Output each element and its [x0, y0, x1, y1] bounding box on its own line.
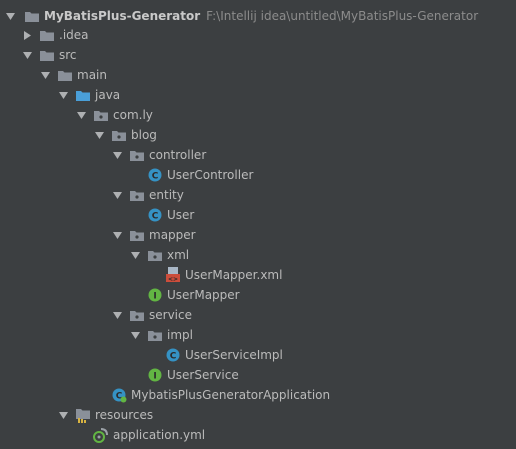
tree-item-label: UserService	[167, 368, 239, 382]
tree-root-project[interactable]: MyBatisPlus-Generator F:\Intellij idea\u…	[0, 5, 516, 27]
tree-item-label: controller	[149, 148, 207, 162]
yaml-file-icon	[93, 427, 109, 443]
tree-item-application-class[interactable]: C MybatisPlusGeneratorApplication	[0, 385, 516, 405]
tree-item-label: blog	[131, 128, 157, 142]
class-icon: C	[147, 167, 163, 183]
tree-item-application-yml[interactable]: application.yml	[0, 425, 516, 445]
chevron-down-icon[interactable]	[111, 185, 123, 205]
project-name: MyBatisPlus-Generator	[44, 9, 201, 23]
tree-item-user-controller[interactable]: C UserController	[0, 165, 516, 185]
package-icon	[147, 247, 163, 263]
chevron-right-icon[interactable]	[21, 25, 33, 45]
tree-item-user[interactable]: C User	[0, 205, 516, 225]
tree-item-label: impl	[167, 328, 193, 342]
tree-item-src[interactable]: src	[0, 45, 516, 65]
package-icon	[129, 187, 145, 203]
package-icon	[129, 307, 145, 323]
package-icon	[111, 127, 127, 143]
tree-item-label: UserServiceImpl	[185, 348, 283, 362]
tree-item-impl[interactable]: impl	[0, 325, 516, 345]
svg-text:C: C	[170, 352, 177, 362]
svg-text:I: I	[153, 292, 156, 302]
package-icon	[147, 327, 163, 343]
tree-item-com-ly[interactable]: com.ly	[0, 105, 516, 125]
tree-item-label: main	[77, 68, 107, 82]
chevron-down-icon[interactable]	[75, 105, 87, 125]
chevron-down-icon[interactable]	[129, 325, 141, 345]
tree-item-idea[interactable]: .idea	[0, 25, 516, 45]
folder-icon	[39, 27, 55, 43]
interface-icon: I	[147, 367, 163, 383]
project-tree: MyBatisPlus-Generator F:\Intellij idea\u…	[0, 0, 516, 449]
tree-item-user-mapper[interactable]: I UserMapper	[0, 285, 516, 305]
interface-icon: I	[147, 287, 163, 303]
tree-item-label: UserMapper.xml	[185, 268, 283, 282]
chevron-down-icon[interactable]	[111, 145, 123, 165]
svg-text:I: I	[153, 372, 156, 382]
chevron-down-icon[interactable]	[57, 405, 69, 425]
tree-item-label: UserController	[167, 168, 254, 182]
source-folder-icon	[75, 87, 91, 103]
tree-item-label: MybatisPlusGeneratorApplication	[131, 388, 331, 402]
chevron-down-icon[interactable]	[4, 6, 16, 26]
tree-item-service[interactable]: service	[0, 305, 516, 325]
tree-item-user-service-impl[interactable]: C UserServiceImpl	[0, 345, 516, 365]
package-icon	[129, 227, 145, 243]
tree-item-label: application.yml	[113, 428, 206, 442]
tree-item-main[interactable]: main	[0, 65, 516, 85]
folder-icon	[24, 8, 40, 24]
tree-item-java[interactable]: java	[0, 85, 516, 105]
svg-text:C: C	[152, 212, 159, 222]
svg-text:<>: <>	[168, 276, 178, 283]
tree-item-label: mapper	[149, 228, 196, 242]
resources-folder-icon	[75, 407, 91, 423]
chevron-down-icon[interactable]	[129, 245, 141, 265]
chevron-down-icon[interactable]	[21, 45, 33, 65]
chevron-down-icon[interactable]	[57, 85, 69, 105]
svg-text:C: C	[152, 172, 159, 182]
tree-item-user-service[interactable]: I UserService	[0, 365, 516, 385]
chevron-down-icon[interactable]	[111, 225, 123, 245]
tree-item-label: service	[149, 308, 192, 322]
xml-file-icon: <>	[165, 267, 181, 283]
class-icon: C	[147, 207, 163, 223]
package-icon	[129, 147, 145, 163]
tree-item-user-mapper-xml[interactable]: <> UserMapper.xml	[0, 265, 516, 285]
package-icon	[93, 107, 109, 123]
tree-item-label: src	[59, 48, 77, 62]
tree-item-label: entity	[149, 188, 184, 202]
tree-item-mapper[interactable]: mapper	[0, 225, 516, 245]
folder-icon	[39, 47, 55, 63]
tree-item-blog[interactable]: blog	[0, 125, 516, 145]
class-icon: C	[165, 347, 181, 363]
chevron-down-icon[interactable]	[93, 125, 105, 145]
folder-icon	[57, 67, 73, 83]
spring-boot-class-icon: C	[111, 387, 127, 403]
tree-item-resources[interactable]: resources	[0, 405, 516, 425]
tree-item-xml[interactable]: xml	[0, 245, 516, 265]
chevron-down-icon[interactable]	[39, 65, 51, 85]
tree-item-label: resources	[95, 408, 154, 422]
tree-item-label: .idea	[59, 28, 89, 42]
tree-item-label: java	[95, 88, 121, 102]
tree-item-entity[interactable]: entity	[0, 185, 516, 205]
tree-item-controller[interactable]: controller	[0, 145, 516, 165]
chevron-down-icon[interactable]	[111, 305, 123, 325]
project-path: F:\Intellij idea\untitled\MyBatisPlus-Ge…	[206, 9, 479, 23]
tree-item-label: xml	[167, 248, 190, 262]
tree-item-label: com.ly	[113, 108, 153, 122]
tree-item-label: User	[167, 208, 195, 222]
tree-item-label: UserMapper	[167, 288, 240, 302]
